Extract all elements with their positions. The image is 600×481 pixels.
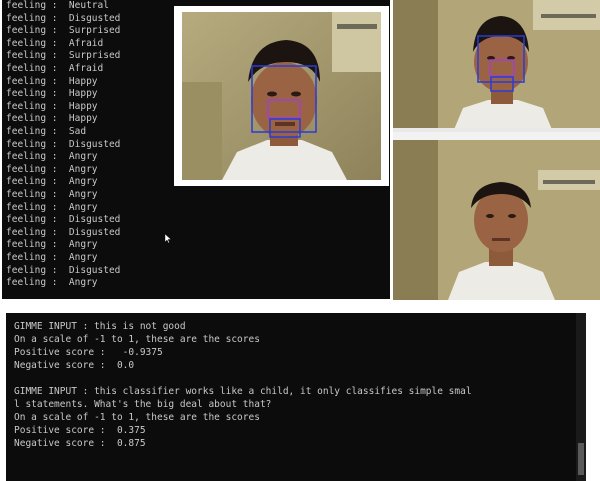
- console-line: GIMME INPUT : this classifier works like…: [14, 386, 472, 397]
- console-line: feeling : Disgusted: [6, 214, 121, 226]
- console-line: GIMME INPUT : this is not good: [14, 321, 186, 332]
- console-line: feeling : Angry: [6, 151, 98, 163]
- console-line: feeling : Angry: [6, 239, 98, 251]
- console-line: feeling : Surprised: [6, 50, 121, 62]
- sentiment-console-window: GIMME INPUT : this is not good On a scal…: [6, 313, 586, 481]
- console-line: feeling : Neutral: [6, 0, 109, 11]
- console-scrollbar[interactable]: [576, 313, 586, 481]
- console-line: Negative score : 0.875: [14, 438, 146, 449]
- console-line: feeling : Disgusted: [6, 12, 121, 24]
- scrollbar-thumb[interactable]: [578, 443, 584, 475]
- console-line: feeling : Angry: [6, 189, 98, 200]
- console-line: feeling : Happy: [6, 100, 98, 112]
- console-line: feeling : Surprised: [6, 25, 121, 37]
- console-line: feeling : Happy: [6, 113, 98, 125]
- webcam-frame-main: [174, 6, 389, 186]
- console-line: feeling : Happy: [6, 88, 98, 100]
- console-line: feeling : Happy: [6, 75, 98, 87]
- console-line: feeling : Sad: [6, 126, 87, 137]
- webcam-frame-bottom-right: [393, 140, 600, 300]
- console-line: On a scale of -1 to 1, these are the sco…: [14, 334, 260, 345]
- console-line: feeling : Angry: [6, 176, 98, 188]
- console-line: Negative score : 0.0: [14, 360, 135, 371]
- console-line: feeling : Angry: [6, 163, 98, 175]
- console-line: feeling : Afraid: [6, 37, 104, 49]
- console-line: Positive score : 0.375: [14, 425, 146, 436]
- console-line: Positive score : -0.9375: [14, 347, 163, 358]
- console-line: feeling : Disgusted: [6, 138, 121, 150]
- console-line: feeling : Angry: [6, 201, 98, 213]
- console-line: feeling : Disgusted: [6, 226, 121, 238]
- console-line: l statements. What's the big deal about …: [14, 399, 272, 410]
- webcam-image-main: [182, 12, 381, 180]
- console-line: On a scale of -1 to 1, these are the sco…: [14, 412, 260, 423]
- console-line: feeling : Disgusted: [6, 264, 121, 276]
- window-divider: [393, 132, 600, 140]
- mouse-cursor-icon: [165, 234, 171, 243]
- console-line: feeling : Angry: [6, 252, 98, 263]
- console-line: feeling : Afraid: [6, 63, 104, 74]
- console-line: feeling : Angry: [6, 277, 98, 289]
- webcam-frame-top-right: [393, 0, 600, 132]
